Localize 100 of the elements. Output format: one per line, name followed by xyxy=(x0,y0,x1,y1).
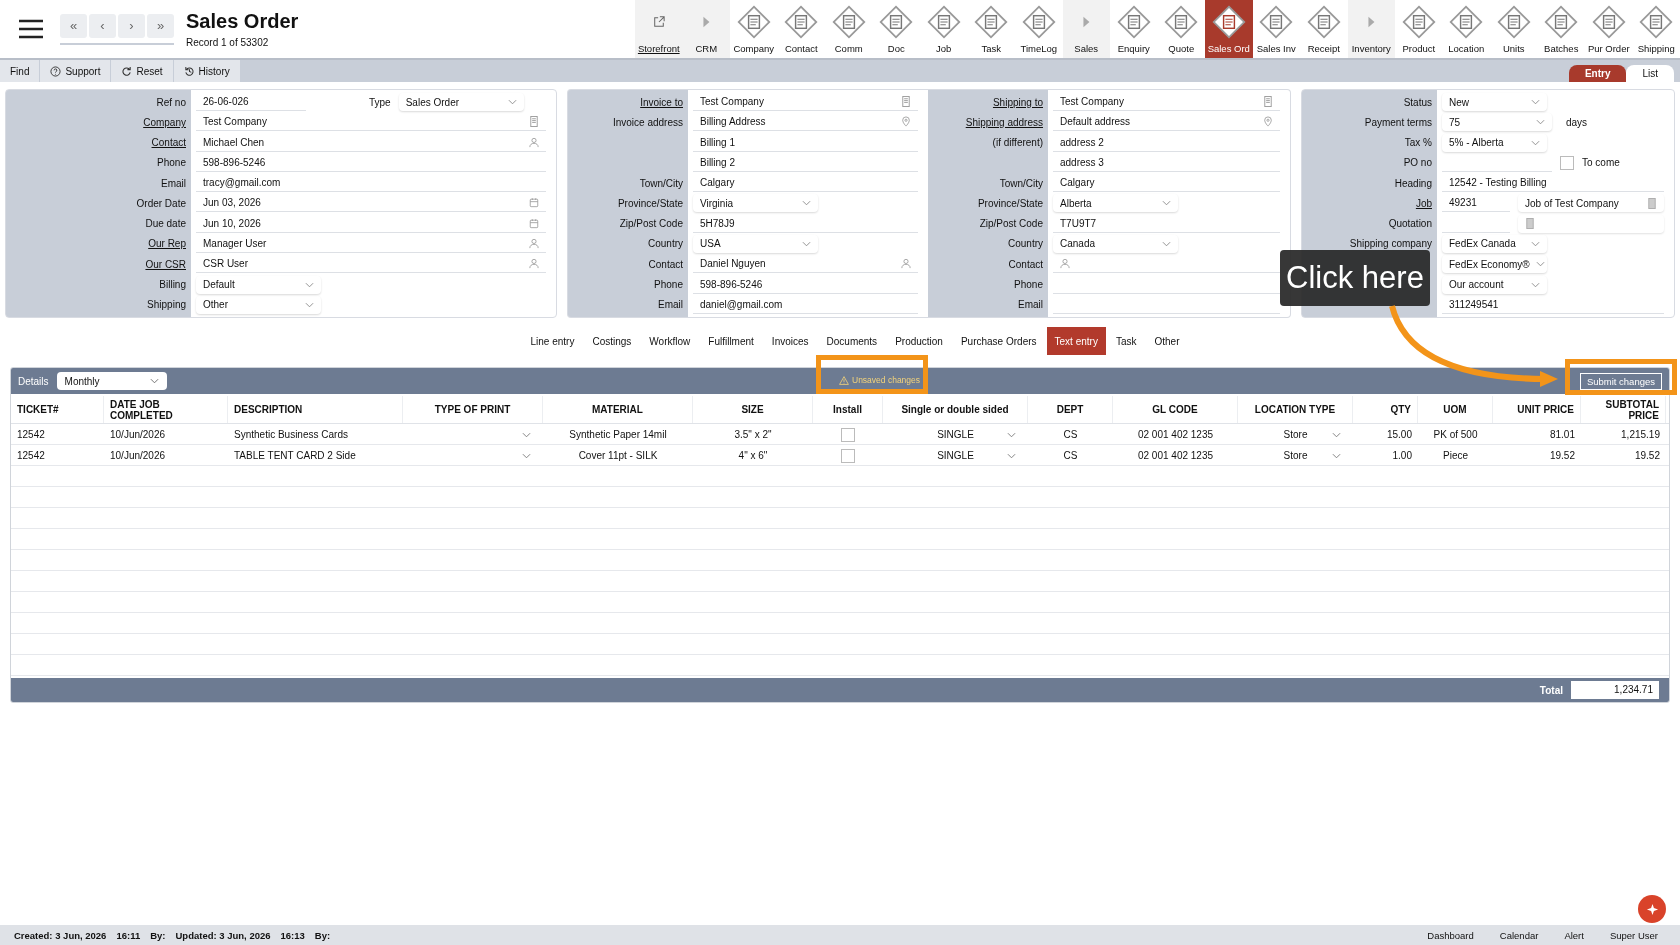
dropdown[interactable]: Our account xyxy=(1442,275,1547,294)
text-field[interactable]: Jun 10, 2026 xyxy=(196,214,546,233)
text-field[interactable]: Billing Address xyxy=(693,113,918,132)
status-link[interactable]: Calendar xyxy=(1491,925,1547,945)
section-tab[interactable]: Documents xyxy=(818,327,886,355)
toolbar-button[interactable]: Find xyxy=(0,60,40,82)
module-button[interactable]: Units xyxy=(1490,0,1538,58)
section-tab[interactable]: Task xyxy=(1107,327,1145,355)
toolbar-button[interactable]: History xyxy=(173,60,240,82)
module-button[interactable]: Comm xyxy=(825,0,873,58)
dropdown[interactable]: Default xyxy=(196,275,321,294)
text-field[interactable]: Daniel Nguyen xyxy=(693,255,918,274)
module-button[interactable]: Sales Inv xyxy=(1252,0,1300,58)
chevron-down-icon[interactable] xyxy=(1332,452,1341,459)
status-link[interactable]: Dashboard xyxy=(1419,925,1482,945)
checkbox[interactable] xyxy=(841,448,855,463)
section-tab[interactable]: Other xyxy=(1146,327,1188,355)
text-field[interactable]: address 2 xyxy=(1053,133,1280,152)
record-nav-button[interactable]: ‹ xyxy=(89,13,116,38)
section-tab[interactable]: Production xyxy=(887,327,951,355)
text-field[interactable]: CSR User xyxy=(196,255,546,274)
dropdown[interactable]: Alberta xyxy=(1053,194,1178,213)
period-dropdown[interactable]: Monthly xyxy=(56,372,167,390)
text-field[interactable]: 12542 - Testing Billing xyxy=(1442,174,1664,193)
module-button[interactable]: Quote xyxy=(1157,0,1205,58)
record-nav-button[interactable]: › xyxy=(118,13,145,38)
module-button[interactable]: Job xyxy=(920,0,968,58)
module-button[interactable]: Pur Order xyxy=(1585,0,1633,58)
field-link[interactable]: Our Rep xyxy=(148,238,186,250)
module-button[interactable]: Doc xyxy=(872,0,920,58)
text-field[interactable]: 598-896-5246 xyxy=(693,275,918,294)
chevron-down-icon[interactable] xyxy=(1007,431,1016,438)
dropdown[interactable]: Virginia xyxy=(693,194,818,213)
text-field[interactable]: Billing 2 xyxy=(693,153,918,172)
chevron-down-icon[interactable] xyxy=(522,452,531,459)
text-field[interactable]: Test Company xyxy=(196,113,546,132)
section-tab[interactable]: Line entry xyxy=(522,327,583,355)
module-button[interactable]: Product xyxy=(1395,0,1443,58)
checkbox[interactable] xyxy=(1560,155,1574,170)
status-link[interactable]: Alert xyxy=(1556,925,1592,945)
chevron-down-icon[interactable] xyxy=(1332,431,1341,438)
dropdown[interactable]: 75 xyxy=(1442,113,1552,132)
text-field[interactable]: Test Company xyxy=(693,93,918,112)
module-button[interactable]: Inventory xyxy=(1347,0,1395,58)
text-field[interactable]: address 3 xyxy=(1053,153,1280,172)
field-link[interactable]: Shipping to xyxy=(992,96,1043,108)
text-field[interactable]: 26-06-026 xyxy=(196,93,306,112)
module-button[interactable]: CRM xyxy=(682,0,730,58)
field-link[interactable]: Invoice to xyxy=(640,96,683,108)
text-field[interactable]: Manager User xyxy=(196,235,546,253)
module-button[interactable]: Task xyxy=(967,0,1015,58)
text-field[interactable]: Billing 1 xyxy=(693,133,918,152)
text-field[interactable]: Jun 03, 2026 xyxy=(196,194,546,213)
module-button[interactable]: Batches xyxy=(1537,0,1585,58)
field-link[interactable]: Our CSR xyxy=(145,258,186,270)
text-field[interactable]: tracy@gmail.com xyxy=(196,174,546,193)
module-button[interactable]: Location xyxy=(1442,0,1490,58)
toolbar-button[interactable]: Reset xyxy=(111,60,173,82)
text-field[interactable]: Default address xyxy=(1053,113,1280,132)
module-button[interactable]: Contact xyxy=(777,0,825,58)
text-field[interactable]: 5H78J9 xyxy=(693,214,918,233)
module-button[interactable]: Receipt xyxy=(1300,0,1348,58)
lookup-field[interactable]: Job of Test Company xyxy=(1518,194,1664,213)
chevron-down-icon[interactable] xyxy=(522,431,531,438)
text-field[interactable]: Michael Chen xyxy=(196,133,546,152)
dropdown[interactable]: New xyxy=(1442,93,1547,112)
text-field[interactable]: 311249541 xyxy=(1442,295,1664,314)
record-nav-button[interactable]: « xyxy=(60,13,87,38)
module-button[interactable]: Enquiry xyxy=(1110,0,1158,58)
menu-icon[interactable] xyxy=(18,19,44,39)
dropdown[interactable]: Sales Order xyxy=(398,93,524,112)
dropdown[interactable]: FedEx Economy® xyxy=(1442,255,1547,274)
section-tab[interactable]: Purchase Orders xyxy=(952,327,1045,355)
text-field[interactable]: 598-896-5246 xyxy=(196,153,546,172)
dropdown[interactable]: USA xyxy=(693,235,818,253)
section-tab[interactable]: Costings xyxy=(584,327,640,355)
text-field[interactable]: T7U9T7 xyxy=(1053,214,1280,233)
field-link[interactable]: Company xyxy=(143,116,186,128)
module-button[interactable]: Company xyxy=(730,0,778,58)
dropdown[interactable]: Other xyxy=(196,295,321,314)
field-link[interactable]: Contact xyxy=(151,137,186,149)
dropdown[interactable]: FedEx Canada xyxy=(1442,235,1547,253)
checkbox[interactable] xyxy=(841,427,855,442)
section-tab[interactable]: Invoices xyxy=(763,327,817,355)
dropdown[interactable]: Canada xyxy=(1053,235,1178,253)
dropdown[interactable]: 5% - Alberta xyxy=(1442,133,1547,152)
field-link[interactable]: Job xyxy=(1415,197,1432,209)
section-tab[interactable]: Text entry xyxy=(1046,327,1106,355)
text-field[interactable]: Calgary xyxy=(1053,174,1280,193)
submit-button[interactable]: Submit changes xyxy=(1579,372,1662,390)
text-field[interactable]: daniel@gmail.com xyxy=(693,295,918,314)
field-link[interactable]: Shipping address xyxy=(965,116,1043,128)
module-button[interactable]: Storefront xyxy=(635,0,683,58)
text-field[interactable]: 49231 xyxy=(1442,194,1510,213)
text-field[interactable]: Test Company xyxy=(1053,93,1280,112)
chevron-down-icon[interactable] xyxy=(1007,452,1016,459)
module-button[interactable]: Sales xyxy=(1062,0,1110,58)
view-tab[interactable]: Entry xyxy=(1568,65,1627,82)
view-tab[interactable]: List xyxy=(1626,65,1674,82)
text-field[interactable]: Calgary xyxy=(693,174,918,193)
